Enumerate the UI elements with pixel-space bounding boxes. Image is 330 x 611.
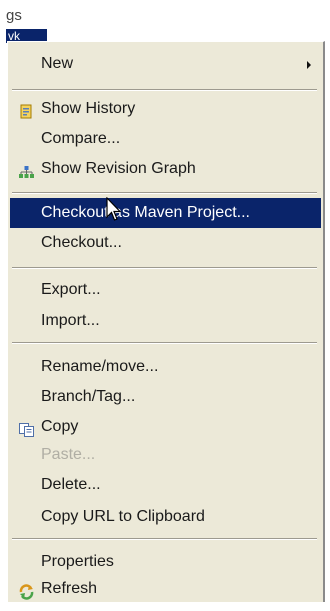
menu-item-copy-url[interactable]: Copy URL to Clipboard	[10, 502, 321, 532]
menu-item-label: Paste...	[41, 446, 96, 463]
menu-item-rename-move[interactable]: Rename/move...	[10, 352, 321, 382]
menu-item-show-history[interactable]: Show History	[10, 94, 321, 124]
menu-item-compare[interactable]: Compare...	[10, 124, 321, 154]
menu-item-checkout[interactable]: Checkout...	[10, 228, 321, 258]
menu-item-label: Show History	[41, 100, 136, 117]
menu-item-label: Checkout as Maven Project...	[41, 204, 250, 221]
menu-item-label: Import...	[41, 312, 100, 329]
menu-item-show-revision-graph[interactable]: Show Revision Graph	[10, 154, 321, 184]
menu-item-label: Export...	[41, 281, 101, 298]
menu-item-properties[interactable]: Properties	[10, 547, 321, 577]
copy-icon	[18, 419, 35, 437]
revision-graph-icon	[18, 161, 35, 178]
menu-separator	[12, 342, 317, 344]
menu-item-paste[interactable]: Paste...	[10, 440, 321, 470]
menu-item-checkout-maven[interactable]: Checkout as Maven Project...	[10, 198, 321, 228]
menu-item-delete[interactable]: Delete...	[10, 470, 321, 500]
tree-node-partial-label: gs	[6, 7, 22, 24]
menu-item-export[interactable]: Export...	[10, 275, 321, 305]
menu-separator	[12, 267, 317, 269]
menu-item-label: Delete...	[41, 476, 101, 493]
menu-separator	[12, 89, 317, 91]
menu-item-label: Show Revision Graph	[41, 160, 196, 177]
menu-item-label: Properties	[41, 553, 114, 570]
submenu-arrow-icon	[307, 61, 311, 69]
refresh-icon	[18, 581, 35, 600]
menu-separator	[12, 538, 317, 540]
menu-item-label: Checkout...	[41, 234, 122, 251]
menu-item-label: Copy	[41, 418, 79, 435]
context-menu: New Show History Compare... Show Revisio…	[7, 41, 325, 602]
mouse-cursor-icon	[106, 197, 122, 221]
menu-item-import[interactable]: Import...	[10, 306, 321, 336]
menu-item-label: Branch/Tag...	[41, 388, 136, 405]
menu-item-copy[interactable]: Copy	[10, 412, 321, 442]
menu-item-label: Rename/move...	[41, 358, 159, 375]
menu-item-label: Compare...	[41, 130, 121, 147]
menu-item-branch-tag[interactable]: Branch/Tag...	[10, 382, 321, 412]
menu-item-refresh[interactable]: Refresh	[10, 574, 321, 604]
menu-separator	[12, 192, 317, 194]
history-icon	[18, 101, 35, 119]
menu-item-label: New	[41, 55, 74, 72]
menu-item-label: Refresh	[41, 580, 98, 597]
menu-item-new[interactable]: New	[10, 49, 321, 79]
menu-item-label: Copy URL to Clipboard	[41, 508, 205, 525]
